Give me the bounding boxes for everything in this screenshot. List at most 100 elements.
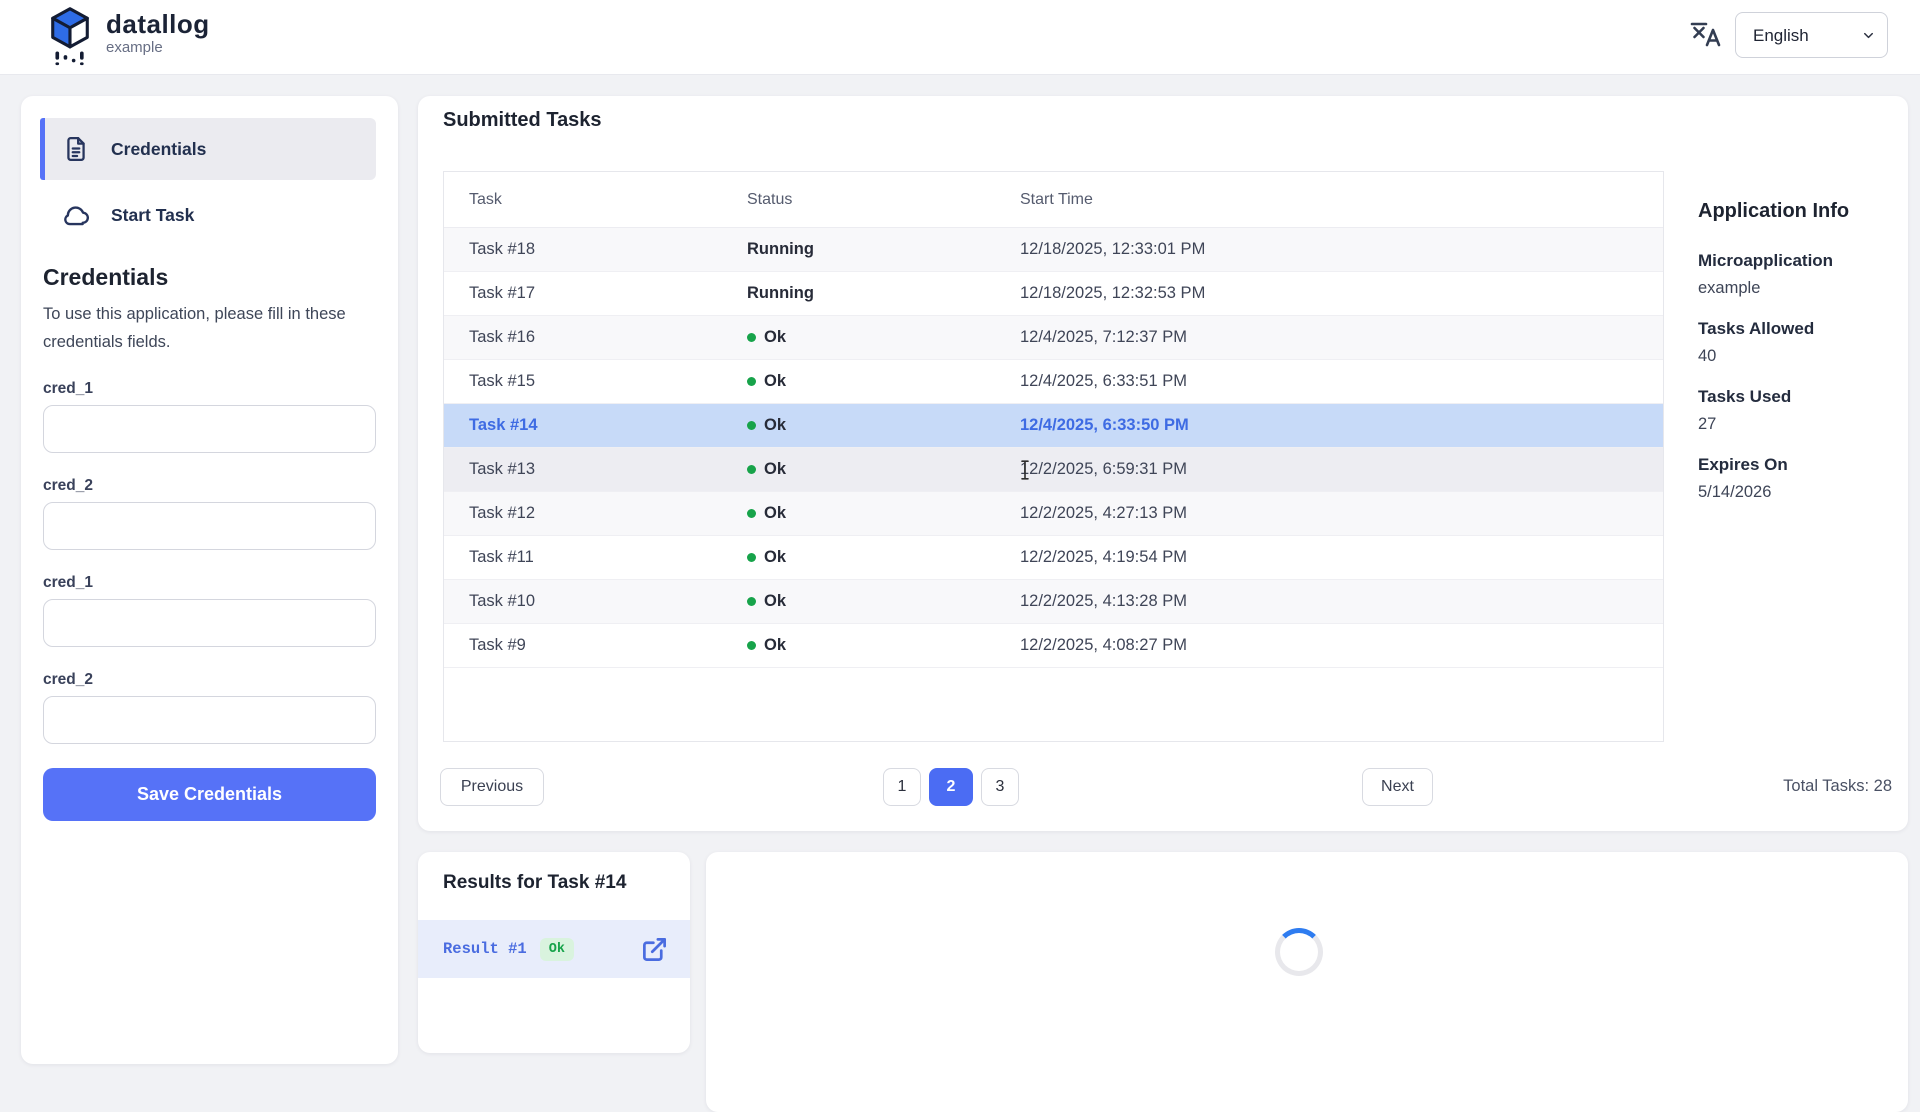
status-cell: Ok	[722, 328, 995, 347]
application-info-panel: Application Info Microapplicationexample…	[1698, 200, 1893, 522]
start-time-cell: 12/2/2025, 4:19:54 PM	[995, 548, 1663, 567]
status-text: Ok	[764, 592, 786, 611]
page-number-buttons: 123	[883, 768, 1019, 806]
open-external-icon[interactable]	[641, 936, 668, 963]
field-label-cred_1: cred_1	[43, 380, 376, 398]
app-info-value: 40	[1698, 345, 1893, 367]
page-button-1[interactable]: 1	[883, 768, 921, 806]
language-select-shell: English	[1735, 12, 1888, 58]
status-cell: Ok	[722, 548, 995, 567]
result-status-badge: Ok	[540, 938, 574, 961]
status-text: Running	[747, 240, 814, 259]
result-label: Result #1	[443, 940, 527, 958]
start-time-cell: 12/2/2025, 4:27:13 PM	[995, 504, 1663, 523]
status-text: Ok	[764, 460, 786, 479]
brand-name: datallog	[106, 10, 210, 38]
save-credentials-button[interactable]: Save Credentials	[43, 768, 376, 821]
field-label-cred_1: cred_1	[43, 574, 376, 592]
result-row[interactable]: Result #1 Ok	[418, 920, 690, 978]
sidebar-item-label: Credentials	[111, 139, 206, 160]
input-cred_1-2[interactable]	[43, 599, 376, 647]
status-ok-dot	[747, 333, 756, 342]
table-row-task-14[interactable]: Task #14 Ok 12/4/2025, 6:33:50 PM	[444, 404, 1663, 448]
task-name-cell: Task #15	[444, 372, 722, 391]
cloud-icon	[63, 202, 89, 228]
status-text: Ok	[764, 328, 786, 347]
application-info-title: Application Info	[1698, 200, 1893, 223]
start-time-cell: 12/2/2025, 4:13:28 PM	[995, 592, 1663, 611]
start-time-cell: 12/2/2025, 6:59:31 PM	[995, 460, 1663, 479]
task-name-cell: Task #13	[444, 460, 722, 479]
table-row-task-9[interactable]: Task #9 Ok 12/2/2025, 4:08:27 PM	[444, 624, 1663, 668]
sidebar-item-credentials[interactable]: Credentials	[40, 118, 376, 180]
column-header-status: Status	[722, 191, 995, 209]
task-name-cell: Task #9	[444, 636, 722, 655]
status-text: Ok	[764, 636, 786, 655]
status-ok-dot	[747, 377, 756, 386]
input-cred_2-3[interactable]	[43, 696, 376, 744]
start-time-cell: 12/4/2025, 6:33:50 PM	[995, 416, 1663, 435]
app-info-item: Microapplicationexample	[1698, 250, 1893, 299]
sidebar-item-start-task[interactable]: Start Task	[40, 193, 376, 237]
table-row-task-11[interactable]: Task #11Ok12/2/2025, 4:19:54 PM	[444, 536, 1663, 580]
application-info-items: MicroapplicationexampleTasks Allowed40Ta…	[1698, 250, 1893, 503]
loading-spinner	[1275, 928, 1323, 976]
page-button-2[interactable]: 2	[929, 768, 973, 806]
task-name-cell: Task #14	[444, 416, 722, 435]
task-name-cell: Task #17	[444, 284, 722, 303]
results-card: Results for Task #14 Result #1Ok	[418, 852, 690, 1053]
task-name-cell: Task #18	[444, 240, 722, 259]
status-cell: Ok	[722, 504, 995, 523]
column-header-start-time: Start Time	[995, 191, 1663, 209]
status-cell: Ok	[722, 372, 995, 391]
translate-icon	[1689, 17, 1721, 54]
document-icon	[63, 136, 89, 162]
result-detail-card	[706, 852, 1908, 1112]
text-cursor-pointer	[1020, 460, 1030, 485]
field-label-cred_2: cred_2	[43, 477, 376, 495]
status-cell: Ok	[722, 592, 995, 611]
table-row-task-17[interactable]: Task #17Running12/18/2025, 12:32:53 PM	[444, 272, 1663, 316]
language-select[interactable]: English	[1735, 12, 1888, 58]
next-page-button[interactable]: Next	[1362, 768, 1433, 806]
sidebar-nav: Credentials Start Task	[21, 96, 398, 237]
submitted-tasks-card: Submitted Tasks Task Status Start Time T…	[418, 96, 1908, 831]
start-time-cell: 12/4/2025, 6:33:51 PM	[995, 372, 1663, 391]
app-header: datallog example English	[0, 0, 1920, 75]
task-name-cell: Task #12	[444, 504, 722, 523]
start-time-cell: 12/18/2025, 12:33:01 PM	[995, 240, 1663, 259]
status-cell: Running	[722, 240, 995, 259]
table-row-task-18[interactable]: Task #18 Running 12/18/2025, 12:33:01 PM	[444, 228, 1663, 272]
submitted-tasks-title: Submitted Tasks	[443, 109, 602, 132]
app-info-value: 27	[1698, 413, 1893, 435]
credentials-title: Credentials	[43, 264, 376, 291]
start-time-cell: 12/2/2025, 4:08:27 PM	[995, 636, 1663, 655]
brand-subtitle: example	[106, 39, 210, 57]
app-info-value: example	[1698, 277, 1893, 299]
language-block: English	[1689, 12, 1888, 58]
app-info-value: 5/14/2026	[1698, 481, 1893, 503]
task-name-cell: Task #10	[444, 592, 722, 611]
table-row-task-10[interactable]: Task #10 Ok 12/2/2025, 4:13:28 PM	[444, 580, 1663, 624]
brand-text: datallog example	[106, 10, 210, 57]
app-info-item: Expires On5/14/2026	[1698, 454, 1893, 503]
tasks-table: Task Status Start Time Task #18 Running 12…	[443, 171, 1664, 742]
table-row-task-12[interactable]: Task #12Ok12/2/2025, 4:27:13 PM	[444, 492, 1663, 536]
status-ok-dot	[747, 597, 756, 606]
credentials-description: To use this application, please fill in …	[43, 300, 353, 356]
column-header-task: Task	[444, 191, 722, 209]
table-row-task-15[interactable]: Task #15Ok12/4/2025, 6:33:51 PM	[444, 360, 1663, 404]
input-cred_1-0[interactable]	[43, 405, 376, 453]
task-name-cell: Task #16	[444, 328, 722, 347]
status-text: Ok	[764, 548, 786, 567]
page-button-3[interactable]: 3	[981, 768, 1019, 806]
previous-page-button[interactable]: Previous	[440, 768, 544, 806]
status-cell: Ok	[722, 636, 995, 655]
app-info-item: Tasks Used27	[1698, 386, 1893, 435]
table-row-task-13[interactable]: Task #13 Ok 12/2/2025, 6:59:31 PM	[444, 448, 1663, 492]
input-cred_2-1[interactable]	[43, 502, 376, 550]
status-text: Running	[747, 284, 814, 303]
credentials-section: Credentials To use this application, ple…	[21, 264, 398, 821]
status-text: Ok	[764, 416, 786, 435]
table-row-task-16[interactable]: Task #16Ok12/4/2025, 7:12:37 PM	[444, 316, 1663, 360]
